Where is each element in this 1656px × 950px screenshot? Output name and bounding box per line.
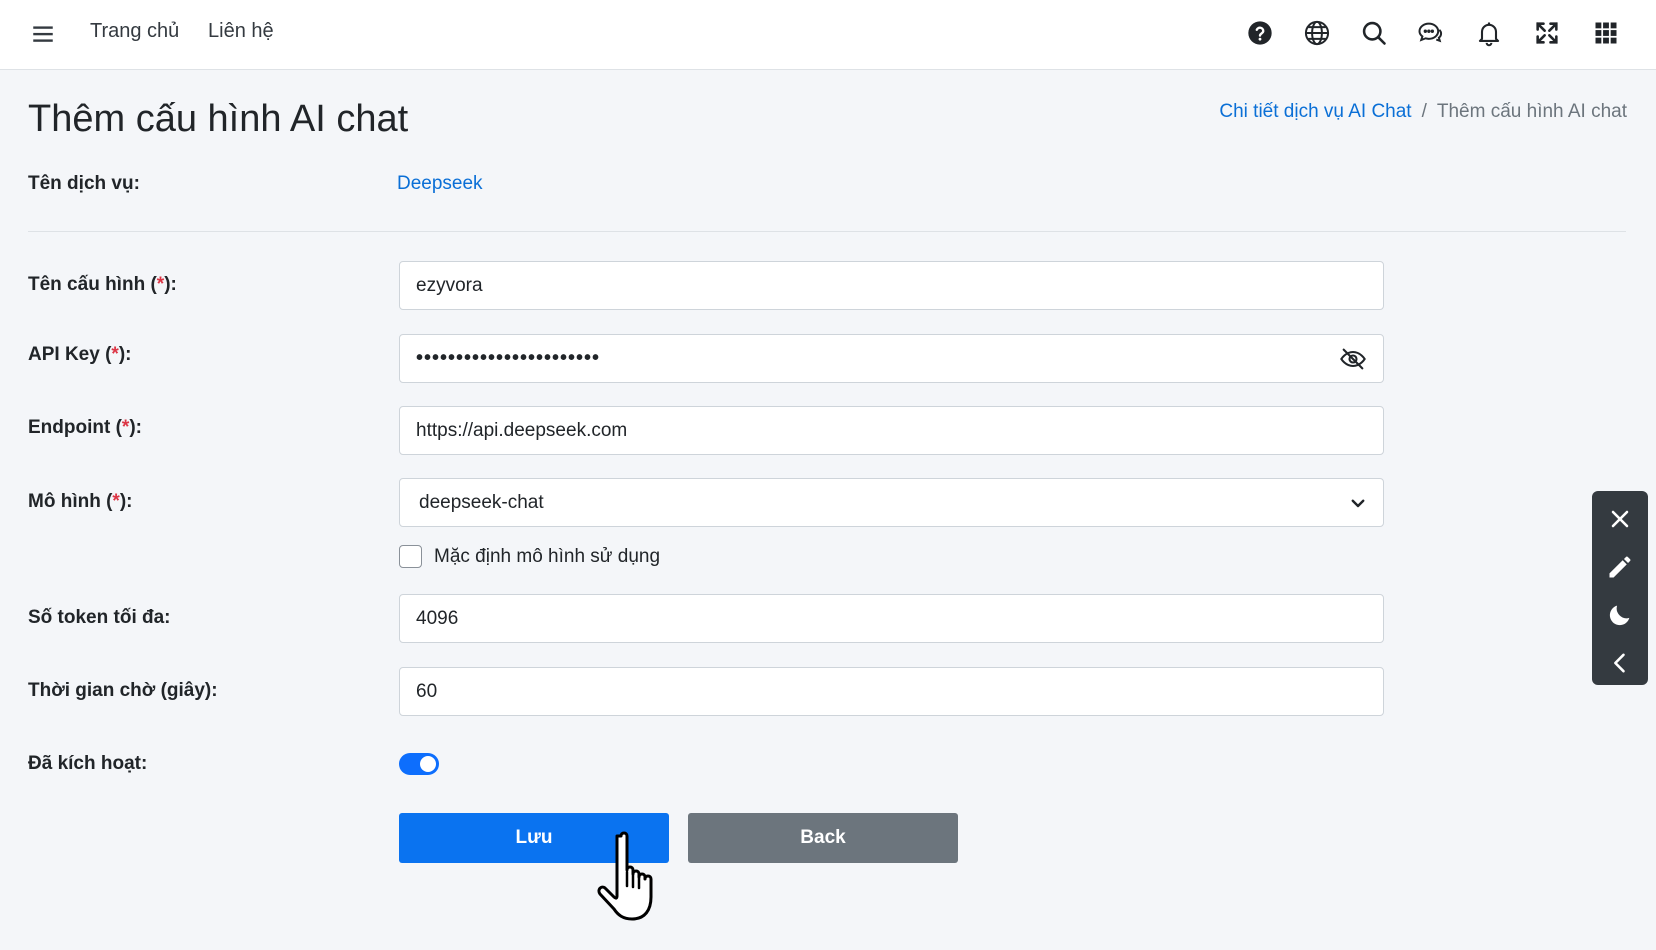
breadcrumb: Chi tiết dịch vụ AI Chat / Thêm cấu hình A…: [1219, 101, 1627, 123]
endpoint-input[interactable]: https://api.deepseek.com: [399, 406, 1384, 455]
side-tool-panel: [1592, 491, 1648, 685]
required-marker: *: [112, 491, 120, 512]
endpoint-label: Endpoint (*):: [28, 417, 142, 438]
menu-icon[interactable]: [30, 21, 56, 47]
api-key-masked-value: •••••••••••••••••••••••: [416, 347, 601, 369]
breadcrumb-link-service-detail[interactable]: Chi tiết dịch vụ AI Chat: [1219, 101, 1411, 122]
api-key-input[interactable]: •••••••••••••••••••••••: [399, 334, 1384, 383]
apps-grid-icon[interactable]: [1592, 19, 1620, 47]
toggle-knob: [420, 756, 436, 772]
page-title: Thêm cấu hình AI chat: [28, 98, 409, 140]
fullscreen-icon[interactable]: [1533, 19, 1561, 47]
model-select[interactable]: deepseek-chat: [399, 478, 1384, 527]
default-model-checkbox-row[interactable]: Mặc định mô hình sử dụng: [399, 545, 660, 568]
max-tokens-value: 4096: [416, 607, 459, 629]
chevron-left-icon[interactable]: [1606, 649, 1634, 677]
divider: [28, 231, 1626, 232]
nav-link-home[interactable]: Trang chủ: [90, 20, 179, 43]
endpoint-value: https://api.deepseek.com: [416, 419, 628, 441]
config-name-input[interactable]: ezyvora: [399, 261, 1384, 310]
max-tokens-input[interactable]: 4096: [399, 594, 1384, 643]
eye-slash-icon[interactable]: [1339, 345, 1367, 373]
default-model-checkbox[interactable]: [399, 545, 422, 568]
required-marker: *: [111, 344, 119, 365]
breadcrumb-separator: /: [1421, 101, 1427, 122]
max-tokens-label: Số token tối đa:: [28, 607, 171, 628]
hand-pointer-cursor-icon: [592, 828, 672, 924]
moon-icon[interactable]: [1606, 601, 1634, 629]
config-name-label: Tên cấu hình (*):: [28, 274, 177, 295]
globe-icon[interactable]: [1303, 19, 1331, 47]
breadcrumb-current: Thêm cấu hình AI chat: [1436, 101, 1627, 122]
timeout-label: Thời gian chờ (giây):: [28, 680, 218, 701]
help-icon[interactable]: [1246, 19, 1274, 47]
top-navbar: Trang chủ Liên hệ: [0, 0, 1656, 70]
active-label: Đã kích hoạt:: [28, 753, 148, 774]
chat-icon[interactable]: [1416, 19, 1444, 47]
timeout-value: 60: [416, 680, 438, 702]
search-icon[interactable]: [1360, 19, 1388, 47]
model-selected-value: deepseek-chat: [419, 491, 544, 513]
timeout-input[interactable]: 60: [399, 667, 1384, 716]
chevron-down-icon: [1349, 494, 1367, 512]
default-model-label: Mặc định mô hình sử dụng: [434, 545, 661, 567]
pencil-icon[interactable]: [1606, 553, 1634, 581]
bell-icon[interactable]: [1475, 19, 1503, 47]
service-name-link[interactable]: Deepseek: [397, 173, 483, 195]
active-toggle[interactable]: [399, 753, 439, 775]
model-label: Mô hình (*):: [28, 491, 133, 512]
back-button[interactable]: Back: [688, 813, 958, 863]
nav-link-contact[interactable]: Liên hệ: [208, 20, 274, 43]
api-key-label: API Key (*):: [28, 344, 132, 365]
service-name-label: Tên dịch vụ:: [28, 173, 140, 194]
close-icon[interactable]: [1606, 505, 1634, 533]
config-name-value: ezyvora: [416, 274, 483, 296]
